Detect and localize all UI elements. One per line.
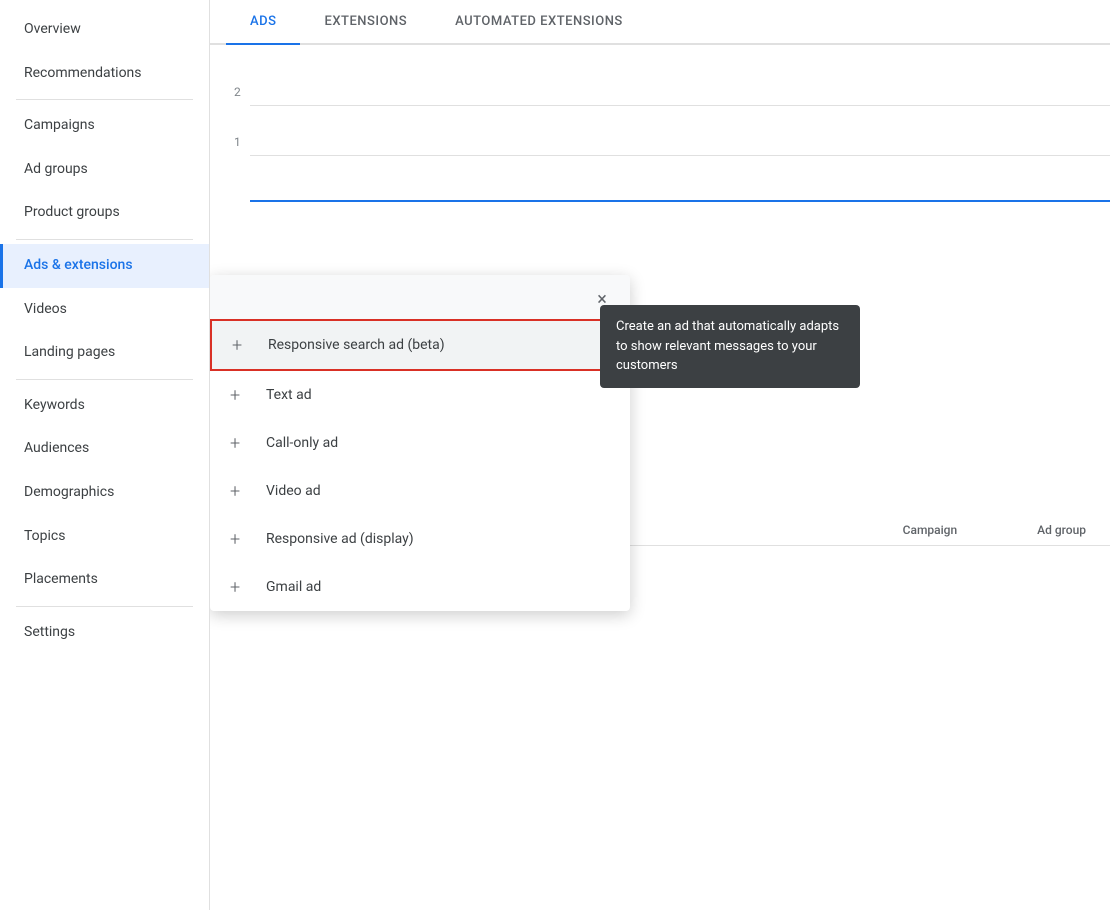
main-content: ADSEXTENSIONSAUTOMATED EXTENSIONS 2 1 × …: [210, 0, 1110, 910]
sidebar-item-demographics[interactable]: Demographics: [0, 471, 209, 515]
dropdown-item-label: Responsive ad (display): [266, 531, 414, 547]
sidebar-item-settings[interactable]: Settings: [0, 611, 209, 655]
sidebar-item-product-groups[interactable]: Product groups: [0, 191, 209, 235]
dropdown-item-call-only-ad[interactable]: + Call-only ad: [210, 419, 630, 467]
chart-grid-mid: [250, 155, 1110, 156]
chart-grid-top: [250, 105, 1110, 106]
dropdown-item-label: Gmail ad: [266, 579, 321, 595]
plus-icon: +: [230, 433, 250, 453]
ad-group-column-header: Ad group: [1037, 523, 1086, 537]
sidebar-divider: [16, 239, 193, 240]
tab-extensions[interactable]: EXTENSIONS: [300, 0, 431, 43]
dropdown-item-video-ad[interactable]: + Video ad: [210, 467, 630, 515]
sidebar-item-ads-extensions[interactable]: Ads & extensions: [0, 244, 209, 288]
chart-y-label-2: 2: [234, 85, 241, 99]
sidebar-item-audiences[interactable]: Audiences: [0, 427, 209, 471]
tabs-bar: ADSEXTENSIONSAUTOMATED EXTENSIONS: [210, 0, 1110, 45]
sidebar: OverviewRecommendations CampaignsAd group…: [0, 0, 210, 910]
sidebar-divider: [16, 99, 193, 100]
dropdown-item-label: Call-only ad: [266, 435, 338, 451]
sidebar-item-videos[interactable]: Videos: [0, 288, 209, 332]
sidebar-item-ad-groups[interactable]: Ad groups: [0, 148, 209, 192]
chart-y-label-1: 1: [234, 135, 241, 149]
dropdown-menu: × + Responsive search ad (beta) + Text ad + C…: [210, 275, 630, 611]
plus-icon: +: [230, 577, 250, 597]
dropdown-item-label: Responsive search ad (beta): [268, 337, 445, 353]
dropdown-header: ×: [210, 275, 630, 319]
dropdown-item-responsive-ad-display[interactable]: + Responsive ad (display): [210, 515, 630, 563]
sidebar-item-landing-pages[interactable]: Landing pages: [0, 331, 209, 375]
chart-area: 2 1: [210, 45, 1110, 245]
dropdown-item-responsive-search-ad[interactable]: + Responsive search ad (beta): [210, 319, 630, 371]
chart-blue-line: [250, 200, 1110, 202]
sidebar-divider: [16, 606, 193, 607]
sidebar-item-topics[interactable]: Topics: [0, 515, 209, 559]
tab-automated-extensions[interactable]: AUTOMATED EXTENSIONS: [431, 0, 647, 43]
sidebar-divider: [16, 379, 193, 380]
campaign-column-header: Campaign: [903, 523, 958, 537]
sidebar-item-placements[interactable]: Placements: [0, 558, 209, 602]
plus-icon: +: [230, 481, 250, 501]
sidebar-item-keywords[interactable]: Keywords: [0, 384, 209, 428]
plus-icon: +: [232, 335, 252, 355]
tab-ads[interactable]: ADS: [226, 0, 300, 43]
dropdown-item-gmail-ad[interactable]: + Gmail ad: [210, 563, 630, 611]
dropdown-item-text-ad[interactable]: + Text ad: [210, 371, 630, 419]
sidebar-item-recommendations[interactable]: Recommendations: [0, 52, 209, 96]
sidebar-item-campaigns[interactable]: Campaigns: [0, 104, 209, 148]
sidebar-item-overview[interactable]: Overview: [0, 8, 209, 52]
plus-icon: +: [230, 385, 250, 405]
tooltip: Create an ad that automatically adapts t…: [600, 305, 860, 388]
dropdown-item-label: Text ad: [266, 387, 312, 403]
dropdown-item-label: Video ad: [266, 483, 321, 499]
plus-icon: +: [230, 529, 250, 549]
